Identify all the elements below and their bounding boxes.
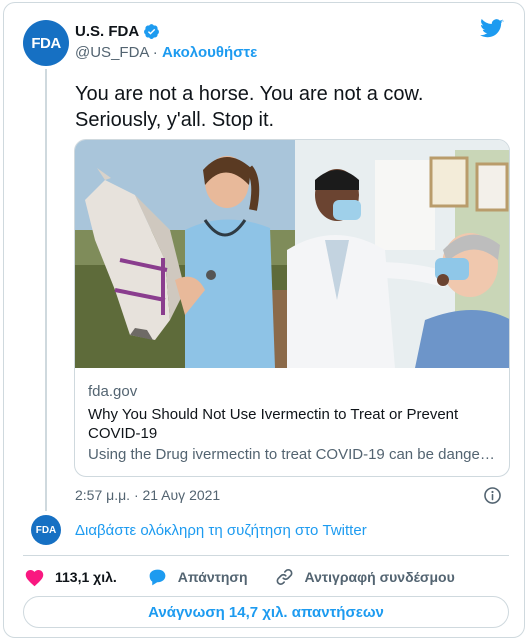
author-name-row[interactable]: U.S. FDA: [75, 23, 160, 40]
tweet-embed-card: FDA U.S. FDA @US_FDA · Ακολουθήστε You a…: [3, 2, 525, 638]
link-card-title: Why You Should Not Use Ivermectin to Tre…: [88, 406, 459, 442]
follow-link[interactable]: Ακολουθήστε: [162, 44, 257, 61]
avatar-logo-text: FDA: [31, 34, 61, 52]
tweet-timestamp[interactable]: 2:57 μ.μ. · 21 Αυγ 2021: [75, 487, 220, 503]
copy-link-button[interactable]: Αντιγραφή συνδέσμου: [274, 567, 455, 587]
heart-icon: [25, 570, 44, 587]
author-avatar[interactable]: FDA: [23, 20, 69, 66]
author-handle-row: @US_FDA · Ακολουθήστε: [75, 44, 257, 61]
reply-label: Απάντηση: [177, 569, 248, 585]
read-conversation-link[interactable]: Διαβάστε ολόκληρη τη συζήτηση στο Twitte…: [75, 522, 367, 539]
author-handle[interactable]: @US_FDA: [75, 44, 149, 61]
reply-bubble-icon: [149, 569, 166, 586]
link-card-description: Using the Drug ivermectin to treat COVID…: [88, 446, 498, 463]
verified-badge-icon: [144, 24, 160, 39]
read-replies-label: Ανάγνωση 14,7 χιλ. απαντήσεων: [148, 603, 384, 621]
link-card-domain: fda.gov: [88, 383, 138, 400]
twitter-bird-icon[interactable]: [480, 19, 504, 39]
thread-connector-line: [45, 69, 47, 511]
tweet-text: You are not a horse. You are not a cow. …: [75, 83, 424, 131]
action-bar: 113,1 χιλ. Απάντηση Αντιγραφή συνδέσμου: [24, 566, 455, 588]
link-icon: [276, 569, 293, 585]
like-button[interactable]: 113,1 χιλ.: [24, 567, 117, 587]
info-icon[interactable]: [483, 486, 502, 505]
thread-avatar[interactable]: FDA: [31, 515, 61, 545]
read-replies-button[interactable]: Ανάγνωση 14,7 χιλ. απαντήσεων: [23, 596, 509, 628]
thread-avatar-text: FDA: [35, 524, 57, 536]
handle-separator: ·: [148, 44, 162, 61]
link-preview-card[interactable]: fda.gov Why You Should Not Use Ivermecti…: [74, 139, 510, 477]
author-name: U.S. FDA: [75, 23, 140, 40]
link-preview-image: [75, 140, 509, 368]
like-count: 113,1 χιλ.: [55, 569, 117, 585]
reply-button[interactable]: Απάντηση: [147, 567, 248, 587]
copy-link-label: Αντιγραφή συνδέσμου: [304, 569, 455, 585]
actions-divider: [23, 555, 509, 556]
